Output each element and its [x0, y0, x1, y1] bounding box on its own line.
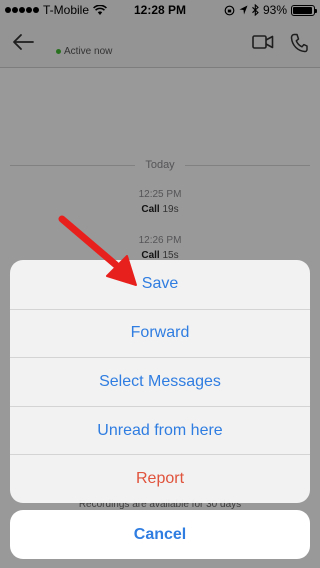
save-action[interactable]: Save: [10, 260, 310, 309]
report-action[interactable]: Report: [10, 454, 310, 503]
forward-action[interactable]: Forward: [10, 308, 310, 358]
action-sheet: Save Forward Select Messages Unread from…: [10, 260, 310, 503]
cancel-button[interactable]: Cancel: [10, 510, 310, 559]
unread-from-here-action[interactable]: Unread from here: [10, 405, 310, 455]
select-messages-action[interactable]: Select Messages: [10, 357, 310, 406]
annotation-arrow-icon: [58, 215, 137, 286]
